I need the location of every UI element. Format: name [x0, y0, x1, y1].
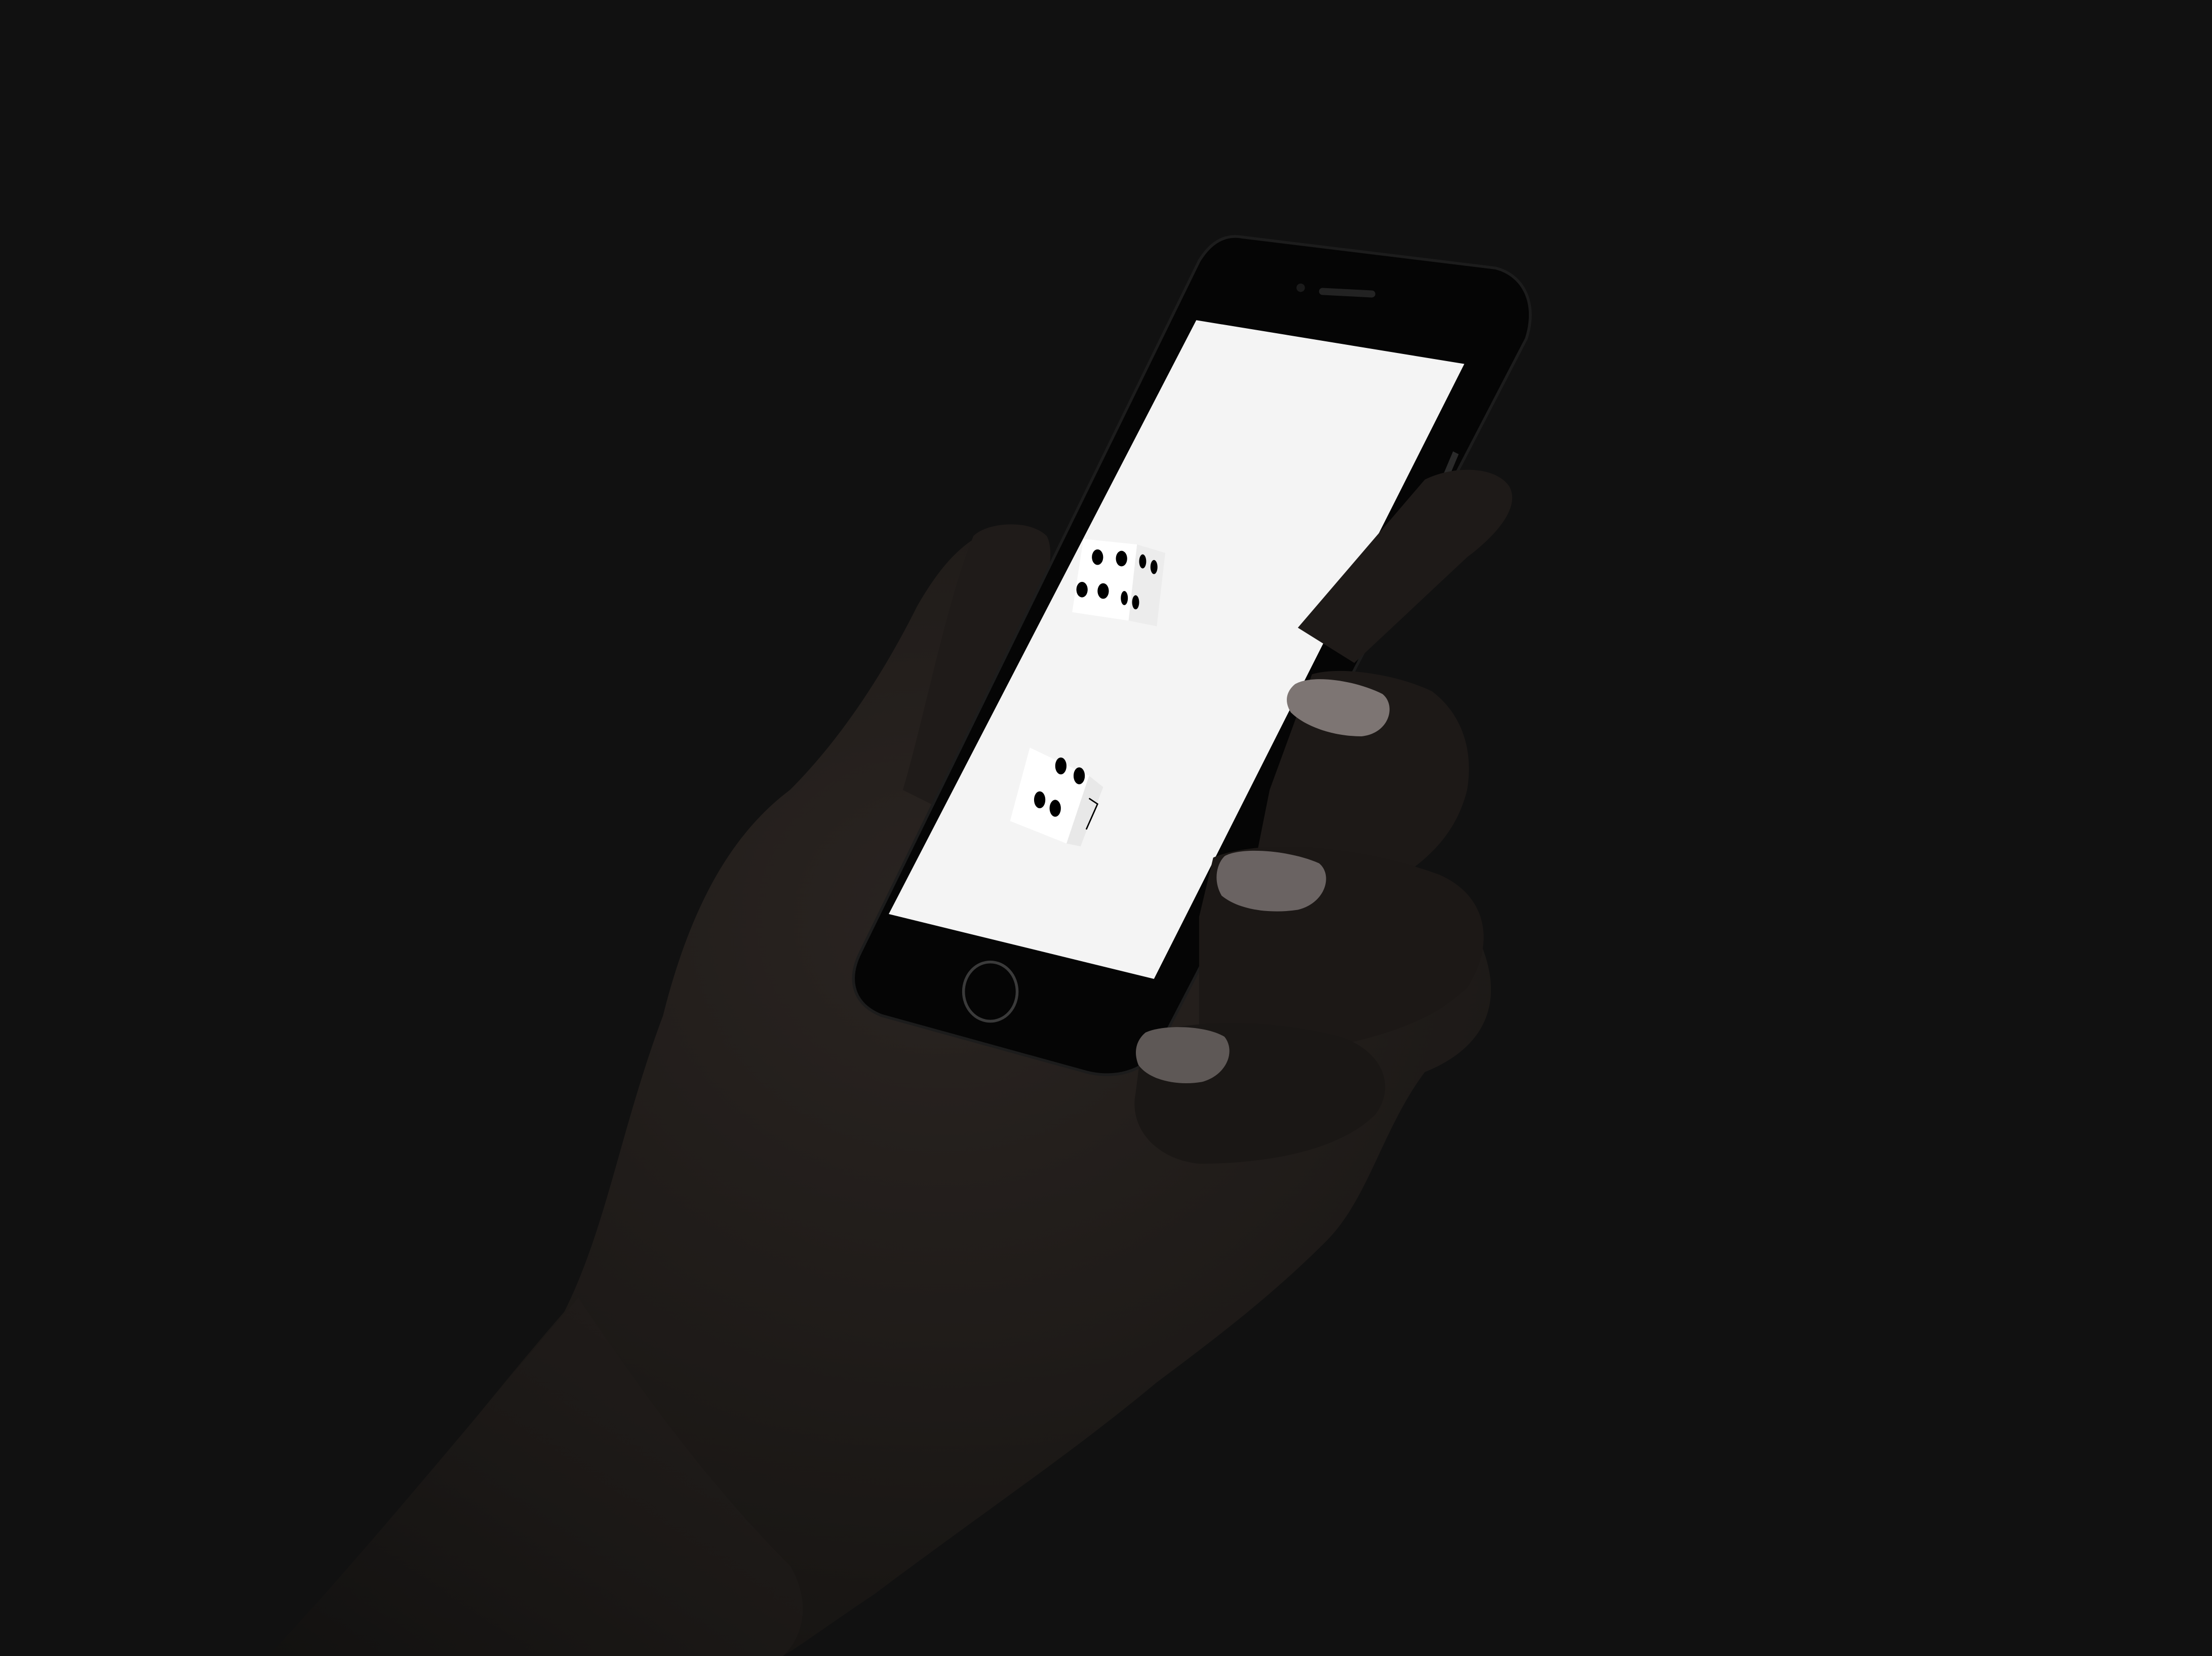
fingernail: [1216, 850, 1326, 912]
pip: [1049, 800, 1061, 817]
pip: [1076, 581, 1088, 598]
die-top[interactable]: [1072, 539, 1165, 626]
pip: [1121, 591, 1128, 605]
pip: [1092, 549, 1103, 565]
front-camera-icon: [1296, 283, 1305, 292]
pip: [1034, 791, 1046, 809]
pip: [1139, 554, 1147, 569]
pip: [1150, 560, 1158, 574]
pip: [1097, 583, 1109, 599]
die-top-face-front: [1072, 539, 1137, 621]
pip: [1132, 595, 1139, 610]
photo-scene: [0, 0, 2212, 1656]
pip: [1055, 757, 1066, 775]
fingernail: [1135, 1027, 1230, 1084]
pip: [1073, 767, 1085, 784]
pip: [1116, 550, 1127, 567]
